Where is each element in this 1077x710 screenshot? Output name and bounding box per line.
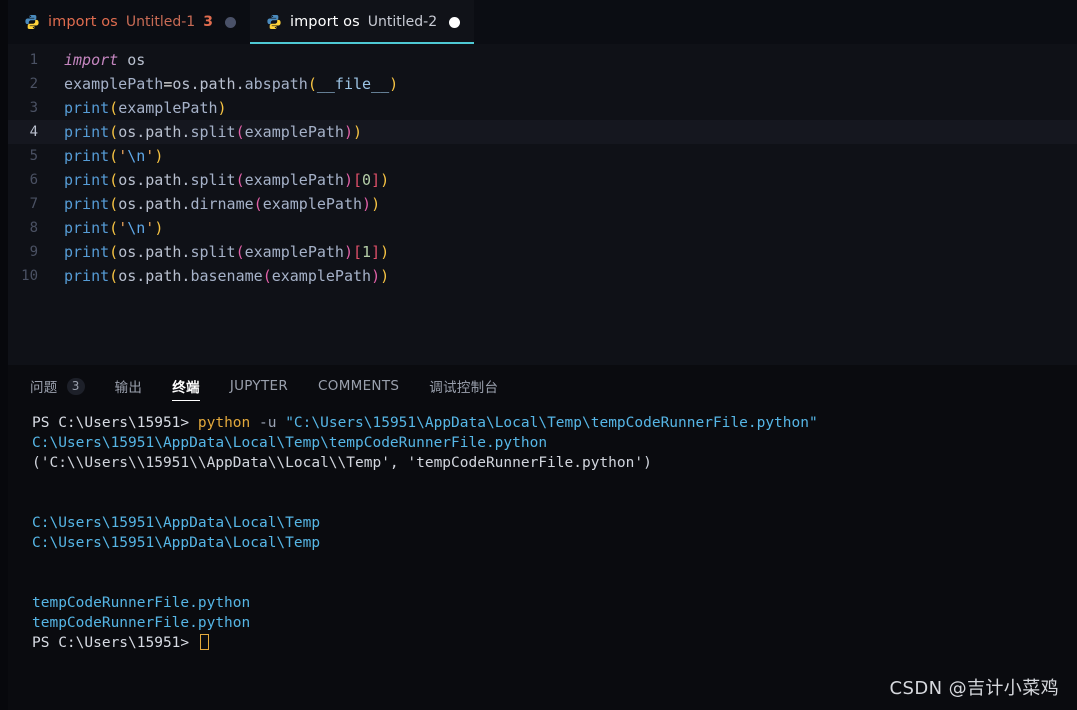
panel-tab-output[interactable]: 输出 <box>115 365 143 407</box>
code-text: examplePath=os.path.abspath(__file__) <box>64 75 399 93</box>
line-number: 2 <box>29 76 38 92</box>
unsaved-indicator-dot[interactable] <box>224 16 236 28</box>
code-line[interactable]: 6 print(os.path.split(examplePath)[0]) <box>8 168 1077 192</box>
panel-tab-label: 终端 <box>172 380 200 396</box>
panel-tab-label: 输出 <box>114 380 143 396</box>
terminal-line: C:\Users\15951\AppData\Local\Temp\tempCo… <box>32 433 1077 453</box>
terminal-line-text: ('C:\\Users\\15951\\AppData\\Local\\Temp… <box>32 455 652 471</box>
panel-tab-bar: 问题 3 输出 终端 JUPYTER COMMENTS 调试控制台 <box>8 365 1077 407</box>
panel-tab-label: 调试控制台 <box>429 380 499 396</box>
terminal-cursor <box>199 634 209 650</box>
code-line[interactable]: 10 print(os.path.basename(examplePath)) <box>8 264 1077 288</box>
terminal-line-text: C:\Users\15951\AppData\Local\Temp\tempCo… <box>32 435 548 451</box>
terminal-line-text: C:\Users\15951\AppData\Local\Temp <box>32 515 321 531</box>
code-line[interactable]: 8 print('\n') <box>8 216 1077 240</box>
line-number: 10 <box>21 268 38 284</box>
line-number: 3 <box>29 100 38 116</box>
line-number: 8 <box>29 220 38 236</box>
editor-tab-title: import os <box>290 14 360 30</box>
problems-count-badge: 3 <box>66 377 85 395</box>
terminal-line-text: tempCodeRunnerFile.python <box>32 615 251 631</box>
line-number: 4 <box>29 124 38 140</box>
line-number: 1 <box>29 52 38 68</box>
panel-tab-label: 问题 <box>30 380 58 396</box>
editor-tab-title-keyword: import <box>289 14 339 30</box>
panel-tab-problems[interactable]: 问题 3 <box>30 365 85 407</box>
terminal-line: tempCodeRunnerFile.python <box>32 613 1077 633</box>
code-text: print(examplePath) <box>64 99 227 117</box>
editor-tab-title-module: os <box>343 14 360 30</box>
terminal-line: C:\Users\15951\AppData\Local\Temp <box>32 533 1077 553</box>
code-line[interactable]: 2 examplePath=os.path.abspath(__file__) <box>8 72 1077 96</box>
editor-tab-bar: import os Untitled-1 3 import os Untitle… <box>0 0 1077 44</box>
code-text: print(os.path.split(examplePath)[1]) <box>64 243 390 261</box>
terminal-line: C:\Users\15951\AppData\Local\Temp <box>32 513 1077 533</box>
panel-tab-terminal[interactable]: 终端 <box>172 365 200 407</box>
terminal-line: tempCodeRunnerFile.python <box>32 593 1077 613</box>
code-editor[interactable]: 1 import os 2 examplePath=os.path.abspat… <box>0 44 1077 365</box>
panel-tab-debug-console[interactable]: 调试控制台 <box>429 365 498 407</box>
editor-tab-title-keyword: import <box>48 14 97 30</box>
code-text: print(os.path.basename(examplePath)) <box>64 267 390 285</box>
code-line[interactable]: 9 print(os.path.split(examplePath)[1]) <box>8 240 1077 264</box>
code-text: print('\n') <box>64 219 164 237</box>
terminal-line: ('C:\\Users\\15951\\AppData\\Local\\Temp… <box>32 453 1077 473</box>
panel-tab-jupyter[interactable]: JUPYTER <box>230 365 288 407</box>
vscode-window: import os Untitled-1 3 import os Untitle… <box>0 0 1077 710</box>
terminal-output[interactable]: PS C:\Users\15951> python -u "C:\Users\1… <box>8 407 1077 710</box>
line-number: 9 <box>29 244 38 260</box>
code-text: print(os.path.split(examplePath)) <box>64 123 363 141</box>
code-text: import os <box>64 51 146 69</box>
editor-tab-title: import os <box>48 14 118 30</box>
panel-tab-label: JUPYTER <box>229 378 289 394</box>
bottom-panel: 问题 3 输出 终端 JUPYTER COMMENTS 调试控制台 PS C:\… <box>0 365 1077 710</box>
code-line[interactable]: 1 import os <box>8 48 1077 72</box>
terminal-command-line: PS C:\Users\15951> python -u "C:\Users\1… <box>32 413 1077 433</box>
unsaved-indicator-dot[interactable] <box>449 16 461 28</box>
python-file-icon <box>24 14 40 30</box>
watermark: CSDN @吉计小菜鸡 <box>889 678 1059 699</box>
panel-tab-label: COMMENTS <box>318 378 400 394</box>
line-number: 7 <box>29 196 38 212</box>
code-line[interactable]: 3 print(examplePath) <box>8 96 1077 120</box>
editor-tab-untitled-2[interactable]: import os Untitled-2 <box>249 0 475 44</box>
python-file-icon <box>266 14 282 30</box>
code-line[interactable]: 7 print(os.path.dirname(examplePath)) <box>8 192 1077 216</box>
panel-tab-comments[interactable]: COMMENTS <box>318 365 399 407</box>
terminal-input-line[interactable]: PS C:\Users\15951> <box>32 633 1077 653</box>
code-line[interactable]: 5 print('\n') <box>8 144 1077 168</box>
code-lines-container: 1 import os 2 examplePath=os.path.abspat… <box>8 44 1077 288</box>
code-line-active[interactable]: 4 print(os.path.split(examplePath)) <box>8 120 1077 144</box>
terminal-prompt: PS C:\Users\15951> <box>32 415 198 431</box>
terminal-command: python <box>197 415 251 431</box>
terminal-line-text: tempCodeRunnerFile.python <box>32 595 251 611</box>
editor-tab-filename: Untitled-2 <box>367 14 438 30</box>
activity-bar-strip <box>0 0 8 710</box>
terminal-flag: -u <box>250 415 286 431</box>
code-text: print(os.path.split(examplePath)[0]) <box>64 171 390 189</box>
terminal-prompt: PS C:\Users\15951> <box>32 635 198 651</box>
line-number: 6 <box>29 172 38 188</box>
code-text: print('\n') <box>64 147 164 165</box>
line-number: 5 <box>29 148 38 164</box>
editor-tab-title-module: os <box>101 14 118 30</box>
editor-tab-badge: 3 <box>203 14 213 30</box>
terminal-command-arg: "C:\Users\15951\AppData\Local\Temp\tempC… <box>285 415 818 431</box>
editor-tab-untitled-1[interactable]: import os Untitled-1 3 <box>8 0 250 44</box>
code-text: print(os.path.dirname(examplePath)) <box>64 195 381 213</box>
editor-tab-filename: Untitled-1 <box>125 14 196 30</box>
terminal-line-text: C:\Users\15951\AppData\Local\Temp <box>32 535 321 551</box>
